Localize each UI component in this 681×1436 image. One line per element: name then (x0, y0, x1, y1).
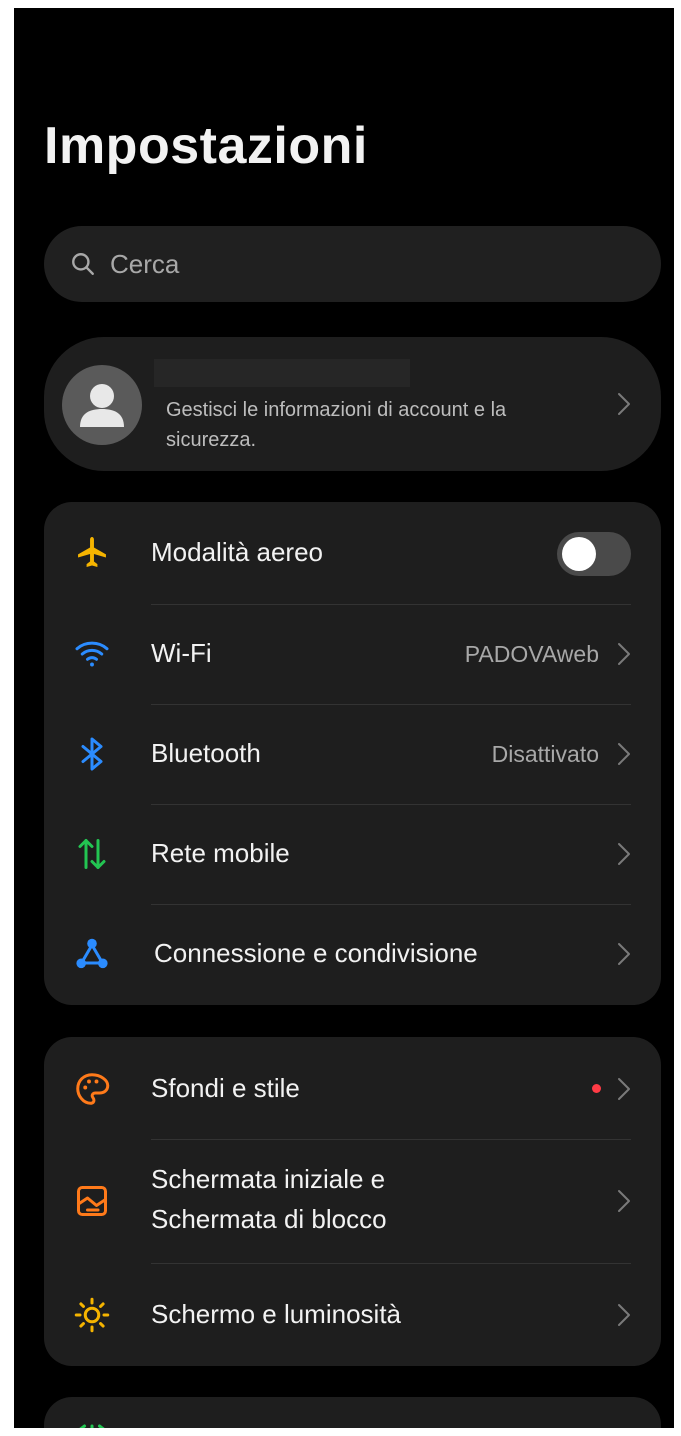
home-lock-screen-label-line1: Schermata iniziale e (151, 1164, 386, 1194)
mobile-network-row[interactable]: Rete mobile (44, 804, 661, 904)
chevron-right-icon (618, 643, 630, 665)
chevron-right-icon (618, 943, 630, 965)
account-description: Gestisci le informazioni di account e la… (166, 399, 507, 451)
chevron-right-icon (618, 1078, 630, 1100)
next-settings-card (44, 1397, 661, 1428)
wifi-icon (75, 641, 109, 667)
chevron-right-icon (618, 843, 630, 865)
page-title: Impostazioni (44, 117, 368, 175)
wallpaper-style-row[interactable]: Sfondi e stile (44, 1037, 661, 1139)
display-brightness-row[interactable]: Schermo e luminosità (44, 1263, 661, 1365)
mobile-network-label: Rete mobile (151, 838, 290, 868)
connectivity-card: Modalità aereo Wi-Fi PADOVAweb Bluetooth… (44, 502, 661, 1005)
connection-sharing-label: Connessione e condivisione (154, 938, 478, 968)
airplane-mode-row[interactable]: Modalità aereo (44, 502, 661, 602)
palette-icon (76, 1073, 110, 1105)
avatar (62, 365, 142, 445)
toggle-knob (562, 537, 596, 571)
wifi-label: Wi-Fi (151, 638, 212, 668)
home-lock-screen-icon (77, 1186, 107, 1216)
bluetooth-status-value: Disattivato (491, 741, 599, 767)
connection-sharing-icon (76, 938, 108, 969)
bluetooth-icon (81, 737, 103, 771)
bluetooth-row[interactable]: Bluetooth Disattivato (44, 704, 661, 804)
airplane-icon (78, 537, 106, 567)
chevron-right-icon (618, 1190, 630, 1212)
mobile-data-icon (78, 839, 106, 869)
bluetooth-label: Bluetooth (151, 738, 261, 768)
home-lock-screen-label-line2: Schermata di blocco (151, 1204, 387, 1234)
account-card[interactable]: Gestisci le informazioni di account e la… (44, 337, 661, 471)
chevron-right-icon (618, 1304, 630, 1326)
wifi-network-value: PADOVAweb (464, 641, 599, 667)
chevron-right-icon (618, 393, 630, 415)
wallpaper-style-label: Sfondi e stile (151, 1073, 300, 1103)
partial-green-icon (79, 1424, 105, 1428)
personalization-card: Sfondi e stile Schermata iniziale e Sche… (44, 1037, 661, 1366)
search-placeholder: Cerca (110, 248, 180, 279)
user-icon (80, 384, 124, 427)
connection-sharing-row[interactable]: Connessione e condivisione (44, 904, 661, 1004)
airplane-mode-label: Modalità aereo (151, 537, 323, 567)
account-name-redacted (154, 359, 410, 387)
wifi-row[interactable]: Wi-Fi PADOVAweb (44, 604, 661, 704)
search-bar[interactable]: Cerca (44, 226, 661, 302)
brightness-icon (74, 1297, 110, 1333)
airplane-mode-toggle[interactable] (557, 532, 631, 576)
chevron-right-icon (618, 743, 630, 765)
home-lock-screen-label: Schermata iniziale e Schermata di blocco (151, 1159, 387, 1239)
notification-dot (592, 1084, 601, 1093)
display-brightness-label: Schermo e luminosità (151, 1299, 401, 1329)
search-icon (72, 253, 94, 275)
settings-screen: Impostazioni Cerca Gestisci le informazi… (14, 8, 674, 1428)
home-lock-screen-row[interactable]: Schermata iniziale e Schermata di blocco (44, 1139, 661, 1263)
